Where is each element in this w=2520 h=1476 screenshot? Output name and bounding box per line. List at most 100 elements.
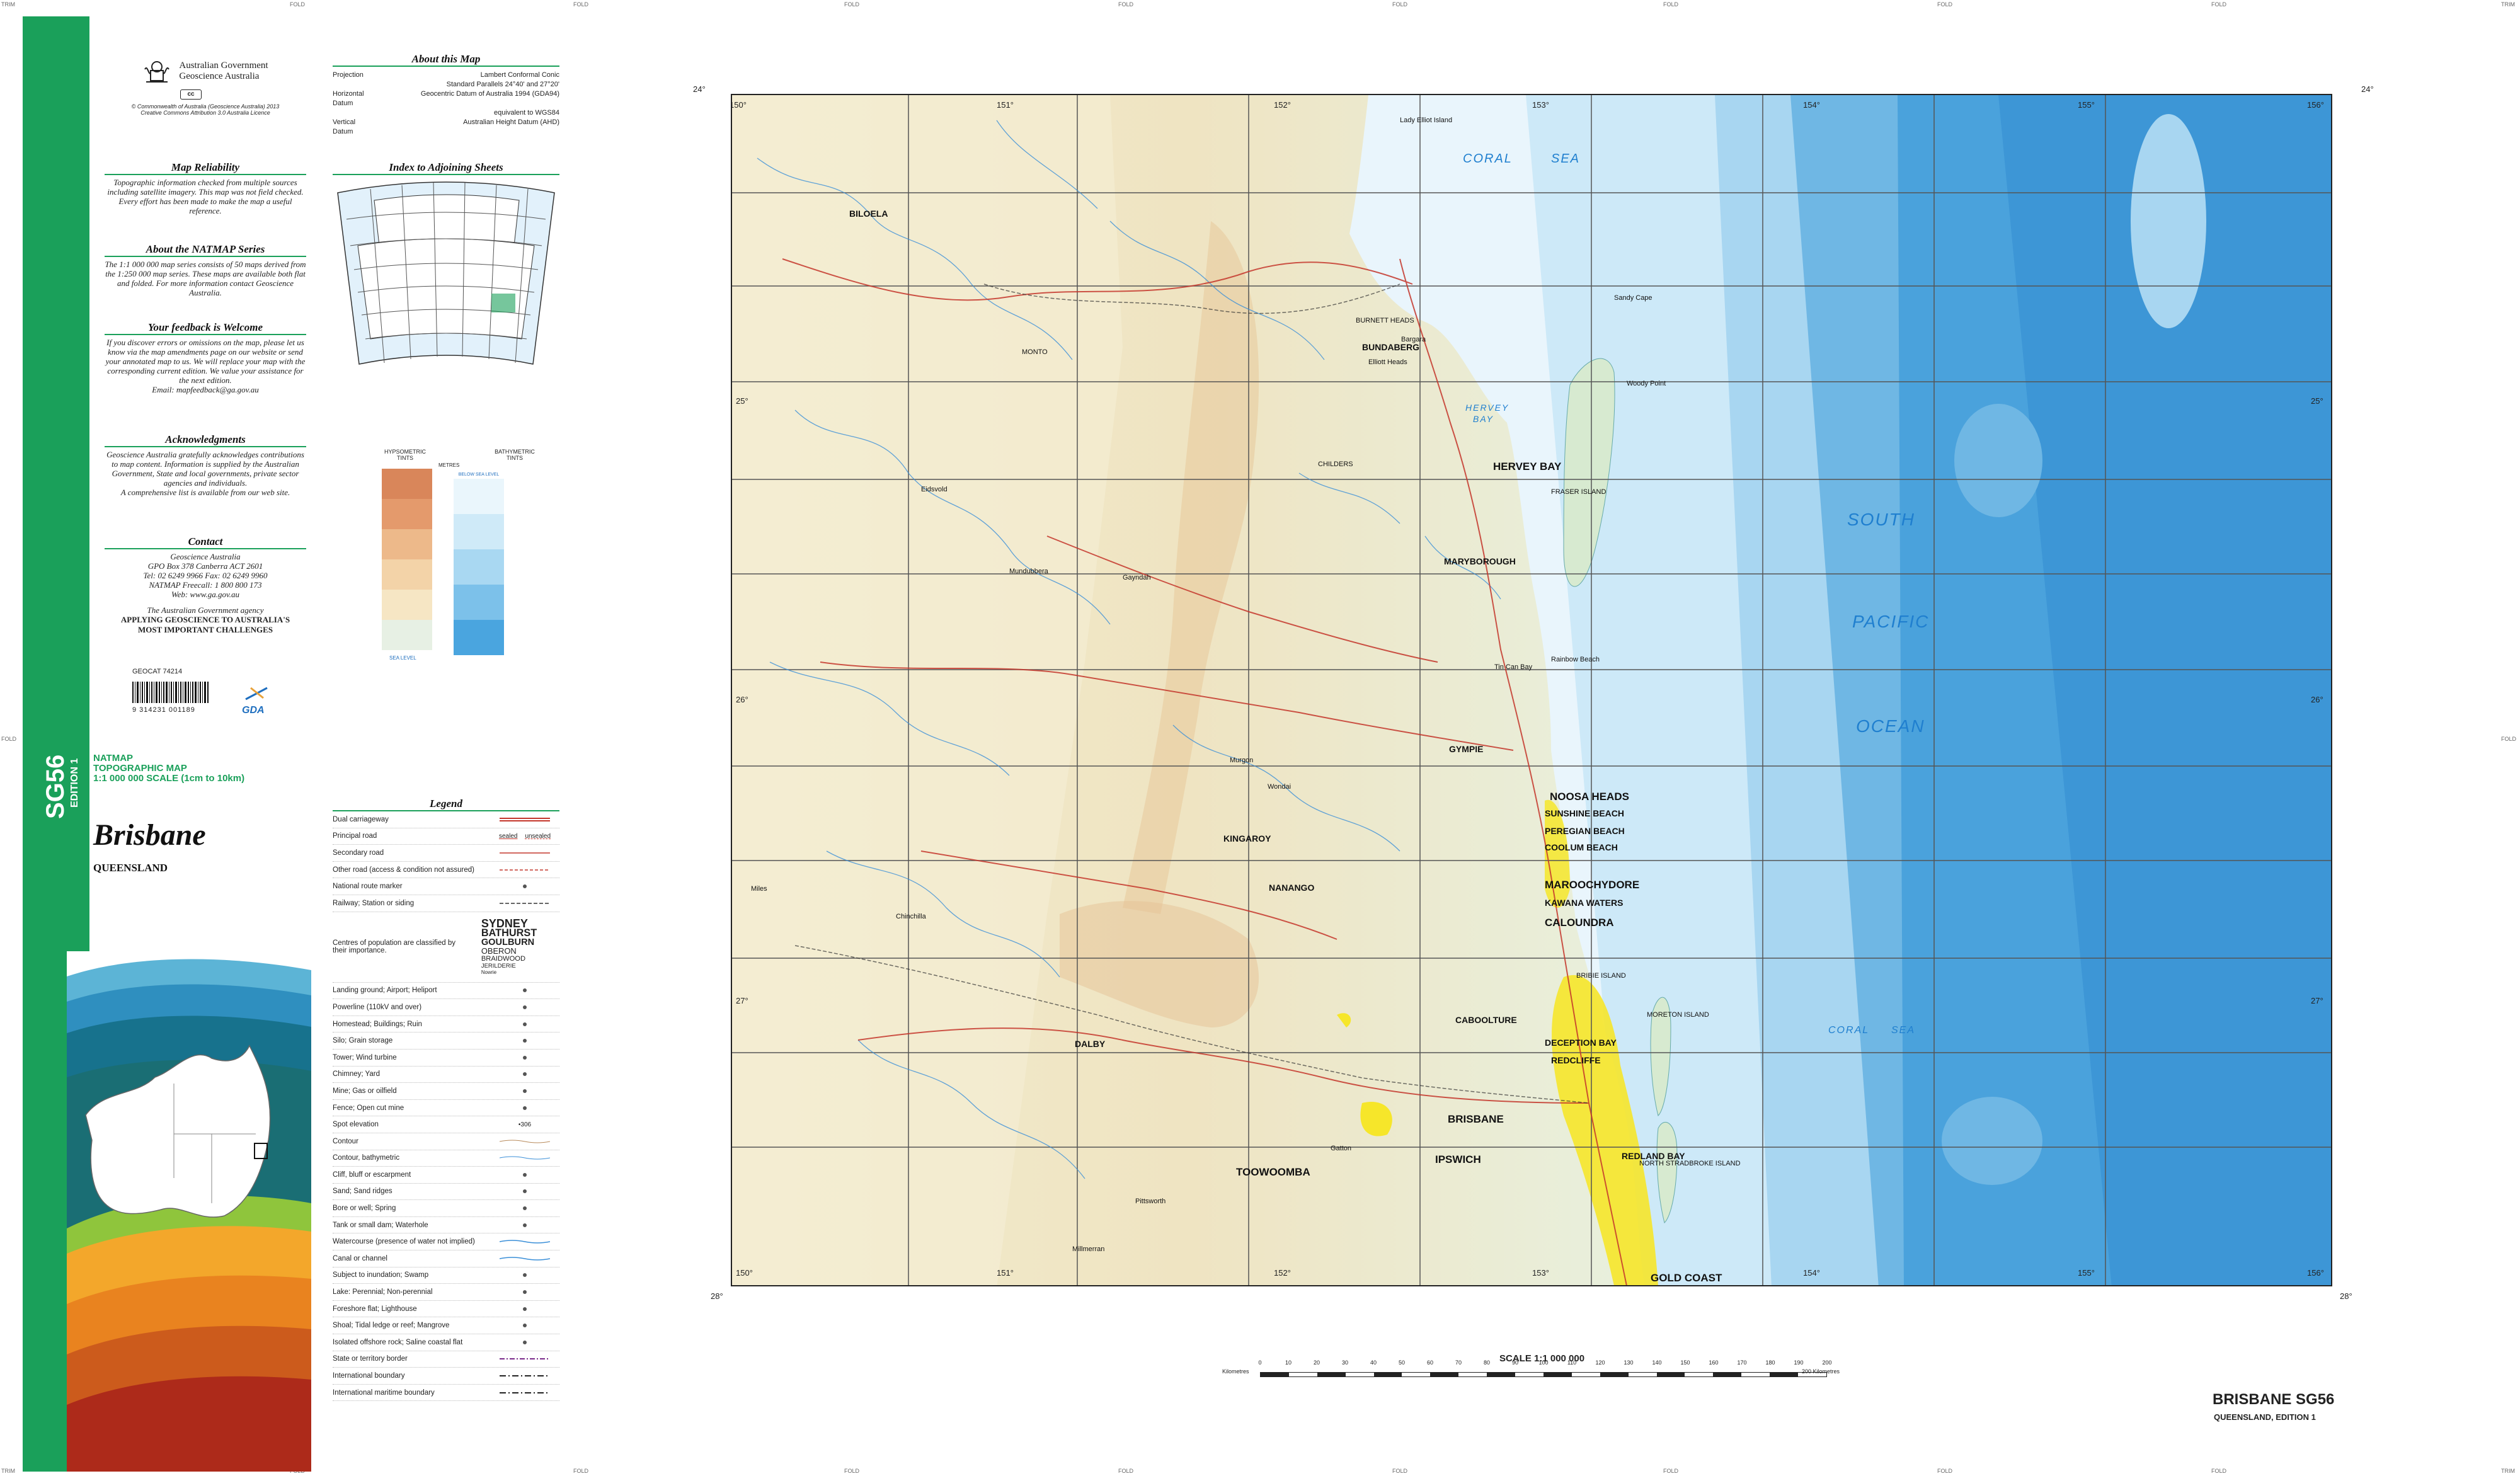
contact-line: Geoscience Australia [170, 552, 241, 561]
legend-row: Powerline (110kV and over) [333, 999, 559, 1016]
legend-symbol: •306 [490, 1121, 559, 1128]
fold-mark: FOLD [844, 1, 860, 8]
fold-mark: FOLD [2211, 1468, 2227, 1474]
barcode-number: 9 314231 001189 [132, 706, 195, 714]
about-row: Vertical Datum Australian Height Datum (A… [333, 118, 559, 135]
panel-title: Index to Adjoining Sheets [389, 161, 503, 173]
lon-label: 156° [2307, 1268, 2324, 1278]
contact-line: GPO Box 378 Canberra ACT 2601 [147, 561, 263, 571]
lon-label: 154° [1803, 100, 1820, 110]
lat-label: 28° [711, 1291, 723, 1301]
place-label: SUNSHINE BEACH [1545, 808, 1625, 818]
scale-segment [1600, 1373, 1629, 1376]
place-label: BRIBIE ISLAND [1576, 972, 1626, 980]
scale-segment [1430, 1373, 1459, 1376]
scale-tick-label: 70 [1455, 1359, 1462, 1366]
legend-symbol [490, 1322, 559, 1329]
legend-row: Dual carriageway [333, 811, 559, 828]
legend-symbol [490, 1306, 559, 1312]
legend-row: Lake: Perennial; Non-perennial [333, 1284, 559, 1301]
contact-phone: Tel: 02 6249 9966 Fax: 02 6249 9960 [143, 571, 268, 580]
panel-text: If you discover errors or omissions on t… [105, 338, 306, 385]
place-label: DALBY [1075, 1039, 1106, 1049]
legend-symbol [490, 1139, 559, 1144]
sea-label: SOUTH [1847, 510, 1915, 529]
hypsometric-scale [382, 469, 432, 650]
legend-label: Canal or channel [333, 1254, 387, 1262]
lat-label: 26° [736, 695, 748, 704]
scale-segment [1544, 1373, 1572, 1376]
place-label: KINGAROY [1223, 833, 1271, 844]
panel-title: Acknowledgments [165, 433, 246, 445]
place-label: Mundubbera [1009, 568, 1048, 575]
legend-population-class: BRAIDWOOD [481, 954, 526, 963]
legend-symbol [490, 1038, 559, 1044]
barcode-icon [132, 682, 209, 703]
scale-bar [1260, 1372, 1827, 1377]
place-label: CALOUNDRA [1545, 917, 1614, 929]
legend-row: Contour [333, 1133, 559, 1150]
legend-symbol [490, 1188, 559, 1194]
place-label: IPSWICH [1435, 1153, 1481, 1165]
legend-population-class: OBERON [481, 946, 517, 956]
legend-label: Tank or small dam; Waterhole [333, 1221, 428, 1229]
legend-row: State or territory border [333, 1351, 559, 1368]
feedback-email[interactable]: Email: mapfeedback@ga.gov.au [105, 385, 306, 394]
legend-row: Bore or well; Spring [333, 1200, 559, 1217]
copyright-text: © Commonwealth of Australia (Geoscience … [131, 103, 280, 110]
hypso-step [382, 499, 432, 529]
legend-row: International maritime boundary [333, 1385, 559, 1402]
legend-row: Secondary road [333, 845, 559, 862]
lon-label: 151° [997, 100, 1014, 110]
cc-licence-icon: cc [180, 89, 202, 100]
place-label: BRISBANE [1448, 1113, 1504, 1125]
legend-label: Dual carriageway [333, 815, 389, 823]
place-label: Rainbow Beach [1551, 656, 1600, 663]
scale-ticks: 0 10 20 30 40 50 60 70 80 90 100 110 120 130 140 150 160… [1258, 1359, 1831, 1372]
place-label: Gatton [1331, 1145, 1352, 1152]
place-label: MAROOCHYDORE [1545, 879, 1640, 891]
legend-row: Isolated offshore rock; Saline coastal f… [333, 1334, 559, 1351]
lon-label: 153° [1532, 100, 1549, 110]
scale-segment [1317, 1373, 1346, 1376]
scale-segment [1373, 1373, 1402, 1376]
legend-label: Contour, bathymetric [333, 1154, 400, 1162]
legend-symbol [490, 817, 559, 822]
series-scale: 1:1 000 000 SCALE (1cm to 10km) [93, 773, 245, 784]
legend-label: Shoal; Tidal ledge or reef; Mangrove [333, 1322, 450, 1330]
sea-label: OCEAN [1856, 716, 1925, 736]
sheet-title: Brisbane [93, 818, 206, 852]
legend-label: Other road (access & condition not assur… [333, 866, 475, 874]
legend-row: Other road (access & condition not assur… [333, 862, 559, 879]
legend-symbol [490, 1021, 559, 1027]
locality-graphic [67, 951, 311, 1472]
legend-symbol [490, 1256, 559, 1261]
legend-row: Tower; Wind turbine [333, 1050, 559, 1067]
place-label: Woody Point [1627, 380, 1666, 387]
trim-mark: TRIM [1, 1468, 15, 1474]
legend-row: Cliff, bluff or escarpment [333, 1167, 559, 1184]
contact-web[interactable]: Web: www.ga.gov.au [105, 590, 306, 599]
lon-label: 150° [731, 100, 747, 110]
bottom-sheet-subtitle: QUEENSLAND, EDITION 1 [2214, 1412, 2316, 1422]
legend-row: Watercourse (presence of water not impli… [333, 1233, 559, 1251]
gda-logo: GDA [242, 685, 271, 716]
place-label: Murgon [1230, 757, 1254, 764]
sea-label: HERVEY [1465, 403, 1509, 413]
barcode: 9 314231 001189 [132, 682, 209, 714]
licence-text: Creative Commons Attribution 3.0 Austral… [140, 110, 270, 116]
legend-symbol [490, 1357, 559, 1361]
place-label: GYMPIE [1449, 744, 1484, 754]
legend-symbol [490, 1105, 559, 1111]
legend-symbol [490, 1155, 559, 1160]
legend-symbol [490, 901, 559, 905]
legend-label: International maritime boundary [333, 1388, 435, 1397]
scale-tick-label: 120 [1595, 1359, 1605, 1366]
bathy-step [454, 549, 504, 585]
place-label: TOOWOOMBA [1236, 1166, 1310, 1178]
fold-mark: FOLD [1663, 1, 1679, 8]
legend-symbol [490, 1205, 559, 1211]
motto-line: The Australian Government agency [147, 605, 264, 615]
scale-tick-label: 80 [1483, 1359, 1491, 1366]
legend-symbol [490, 851, 559, 855]
